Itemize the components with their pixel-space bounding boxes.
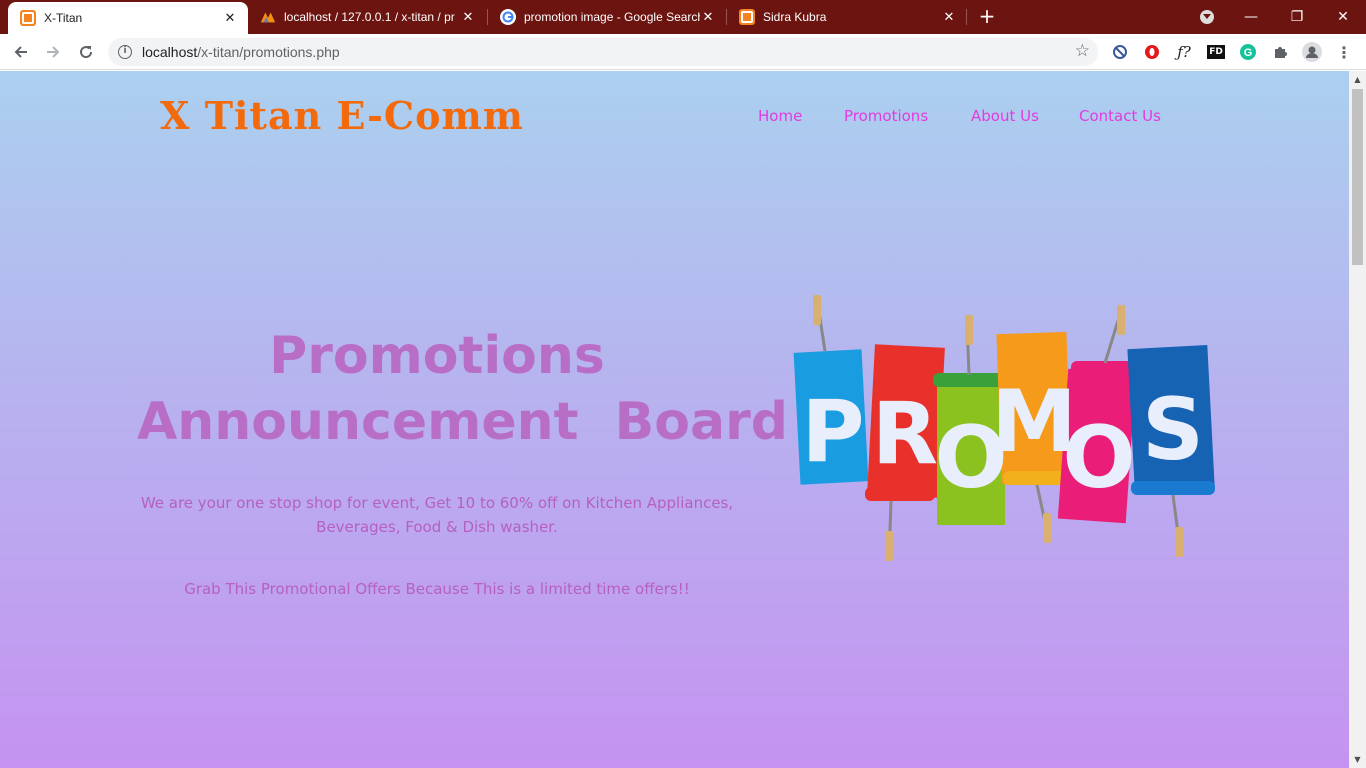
scroll-down-arrow-icon[interactable]: ▼	[1349, 751, 1366, 768]
page-scrollbar[interactable]: ▲ ▼	[1349, 71, 1366, 768]
phpmyadmin-icon	[260, 9, 276, 25]
browser-toolbar: i localhost/x-titan/promotions.php ☆ ƒ? …	[0, 34, 1366, 70]
tab-title: X-Titan	[44, 11, 83, 25]
chevron-down-icon	[1200, 10, 1214, 24]
xampp-icon	[739, 9, 755, 25]
close-tab-icon[interactable]: ✕	[700, 9, 716, 25]
bookmark-star-icon[interactable]: ☆	[1075, 41, 1090, 61]
tab-separator	[966, 9, 967, 25]
tab-search-button[interactable]	[1184, 0, 1230, 34]
tab-title: promotion image - Google Search	[524, 10, 700, 24]
promos-image: P R O M O S	[793, 295, 1215, 561]
nav-home[interactable]: Home	[758, 107, 802, 125]
scrollbar-thumb[interactable]	[1352, 89, 1363, 265]
restore-button[interactable]: ❐	[1274, 0, 1320, 34]
url-text: localhost/x-titan/promotions.php	[142, 44, 340, 60]
opera-extension-icon[interactable]	[1142, 42, 1162, 62]
close-tab-icon[interactable]: ✕	[222, 10, 238, 26]
back-button[interactable]	[10, 41, 32, 63]
xampp-icon	[20, 10, 36, 26]
google-icon	[500, 9, 516, 25]
tab-title: Sidra Kubra	[763, 10, 827, 24]
info-icon[interactable]: i	[118, 45, 132, 59]
fd-extension-icon[interactable]: FD	[1206, 42, 1226, 62]
tab-title: localhost / 127.0.0.1 / x-titan / pr	[284, 10, 455, 24]
svg-text:G: G	[1244, 47, 1253, 59]
forward-button[interactable]	[42, 41, 64, 63]
arrow-right-icon	[47, 46, 60, 58]
heading-line: Promotions	[269, 326, 605, 386]
nav-promotions[interactable]: Promotions	[844, 107, 928, 125]
nav-about-us[interactable]: About Us	[971, 107, 1039, 125]
nav-contact-us[interactable]: Contact Us	[1079, 107, 1161, 125]
promo-description: We are your one stop shop for event, Get…	[137, 491, 737, 539]
menu-kebab-icon[interactable]: ⋮	[1334, 42, 1354, 62]
page-heading: Promotions Announcement Board	[137, 323, 788, 455]
close-window-button[interactable]: ✕	[1320, 0, 1366, 34]
tab-phpmyadmin[interactable]: localhost / 127.0.0.1 / x-titan / pr ✕	[248, 0, 486, 34]
address-bar[interactable]: i localhost/x-titan/promotions.php ☆	[108, 38, 1098, 66]
tab-sidra-kubra[interactable]: Sidra Kubra ✕	[727, 0, 967, 34]
grammarly-icon[interactable]: G	[1238, 42, 1258, 62]
close-tab-icon[interactable]: ✕	[941, 9, 957, 25]
promo-letter: O	[1062, 408, 1135, 508]
formula-extension-icon[interactable]: ƒ?	[1174, 42, 1194, 62]
promo-letter: R	[872, 384, 938, 484]
reload-icon	[80, 46, 93, 59]
new-tab-button[interactable]: +	[976, 5, 998, 27]
puzzle-extensions-icon[interactable]	[1270, 42, 1290, 62]
heading-line: Announcement Board	[137, 392, 788, 452]
promo-callout: Grab This Promotional Offers Because Thi…	[184, 580, 690, 598]
close-tab-icon[interactable]: ✕	[460, 9, 476, 25]
block-extension-icon[interactable]	[1110, 42, 1130, 62]
page-viewport: X Titan E-Comm Home Promotions About Us …	[0, 71, 1349, 768]
tab-x-titan[interactable]: X-Titan ✕	[8, 2, 248, 34]
arrow-left-icon	[14, 46, 27, 58]
scroll-up-arrow-icon[interactable]: ▲	[1349, 71, 1366, 88]
tab-strip: X-Titan ✕ localhost / 127.0.0.1 / x-tita…	[0, 0, 1366, 34]
reload-button[interactable]	[75, 41, 97, 63]
minimize-button[interactable]: —	[1228, 0, 1274, 34]
description-line: We are your one stop shop for event, Get…	[140, 494, 734, 512]
profile-avatar-icon[interactable]	[1302, 42, 1322, 62]
description-line: Beverages, Food & Dish washer.	[316, 518, 558, 536]
promo-letter: P	[801, 382, 864, 482]
tab-google-search[interactable]: promotion image - Google Search ✕	[488, 0, 726, 34]
promo-letter: S	[1142, 380, 1204, 480]
site-logo[interactable]: X Titan E-Comm	[160, 93, 524, 138]
